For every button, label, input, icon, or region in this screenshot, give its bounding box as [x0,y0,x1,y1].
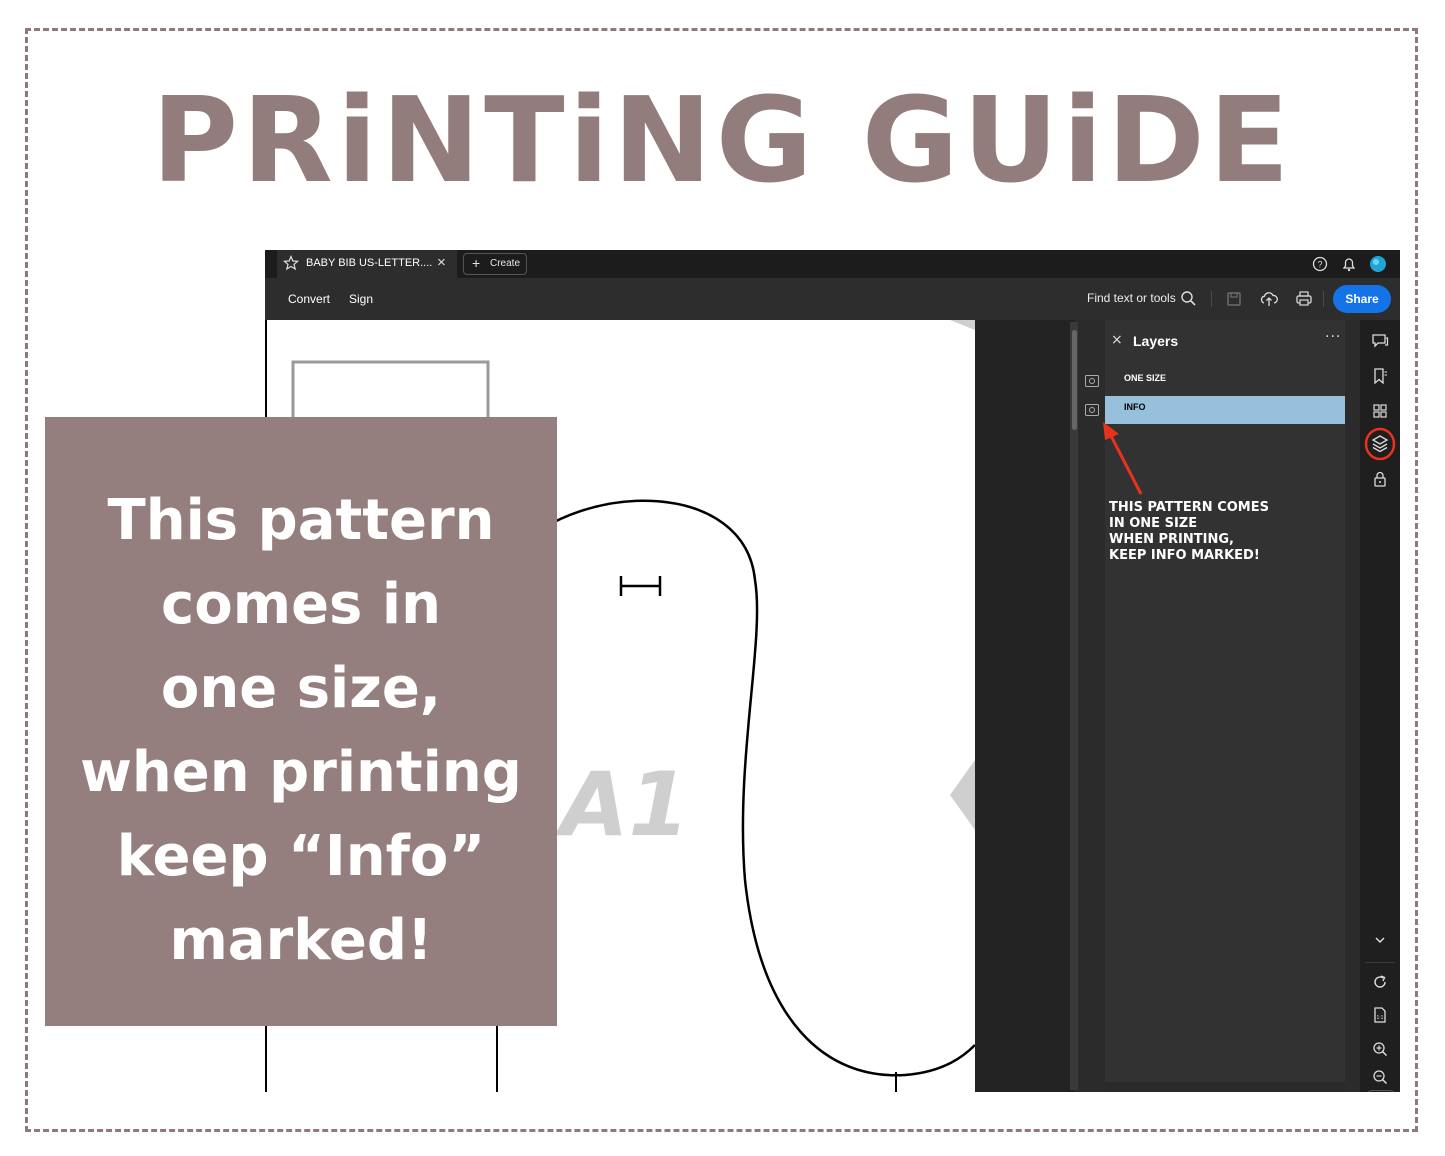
sign-menu[interactable]: Sign [349,292,373,306]
layers-panel-title: Layers [1133,333,1179,349]
zoom-in-icon[interactable] [1371,1040,1389,1058]
svg-text:?: ? [1317,260,1322,270]
share-button[interactable]: Share [1333,285,1391,313]
scrollbar-thumb[interactable] [1072,330,1077,430]
svg-text:1:1: 1:1 [1377,1015,1384,1021]
comment-icon[interactable] [1371,332,1389,350]
layer-visibility-icon[interactable] [1085,375,1099,387]
viewer-background [975,320,1075,1092]
alignment-marker [950,320,975,330]
tab-bar: BABY BIB US-LETTER.... × + Create ? [265,250,1400,278]
pattern-label-box [291,360,490,424]
lock-icon[interactable] [1371,470,1389,488]
rail-divider [1365,962,1395,963]
bookmark-icon[interactable] [1371,367,1389,385]
convert-menu[interactable]: Convert [288,292,330,306]
toolbar-divider [1323,291,1324,307]
current-page-box[interactable]: 1 [1367,1090,1395,1092]
layer-one-size[interactable]: ONE SIZE [1085,364,1345,392]
layer-label: ONE SIZE [1124,373,1167,383]
print-icon[interactable] [1294,289,1314,309]
search-icon[interactable] [1179,289,1199,309]
annotation-arrow [1103,422,1143,495]
more-options-icon[interactable]: ··· [1325,329,1341,345]
close-icon[interactable]: × [1111,332,1123,348]
annotation-text: This pattern comes in one size when prin… [1109,500,1269,563]
document-tab[interactable]: BABY BIB US-LETTER.... × [277,250,457,278]
plus-icon: + [472,255,481,271]
tab-label: BABY BIB US-LETTER.... [306,257,433,269]
piece-label: A1 [554,753,689,856]
bell-icon[interactable] [1340,255,1358,273]
layer-label: INFO [1124,402,1146,412]
save-icon[interactable] [1224,289,1244,309]
toolbar-divider [1211,291,1212,307]
cloud-upload-icon[interactable] [1259,289,1279,309]
info-callout-box: This pattern comes in one size, when pri… [45,417,557,1026]
layer-visibility-icon[interactable] [1085,404,1099,416]
thumbnails-icon[interactable] [1371,402,1389,420]
vertical-scrollbar[interactable] [1070,322,1078,1090]
star-icon[interactable] [283,255,299,271]
horizontal-scrollbar[interactable] [1105,1082,1345,1092]
create-label: Create [490,258,521,269]
callout-text: This pattern comes in one size, when pri… [80,488,522,973]
toolbar: Convert Sign Find text or tools Share [265,278,1400,320]
help-icon[interactable]: ? [1311,255,1329,273]
layers-icon[interactable] [1363,427,1397,461]
chevron-down-icon[interactable] [1371,931,1389,949]
fit-page-icon[interactable]: 1:1 [1371,1006,1389,1024]
find-text-or-tools[interactable]: Find text or tools [1087,291,1176,305]
close-icon[interactable]: × [437,254,446,271]
alignment-marker [950,760,975,830]
page-title: PRiNTiNG GUiDE [151,71,1294,209]
create-button[interactable]: + Create [463,253,527,275]
rotate-icon[interactable] [1371,973,1389,991]
zoom-out-icon[interactable] [1371,1068,1389,1086]
avatar[interactable] [1369,255,1387,273]
